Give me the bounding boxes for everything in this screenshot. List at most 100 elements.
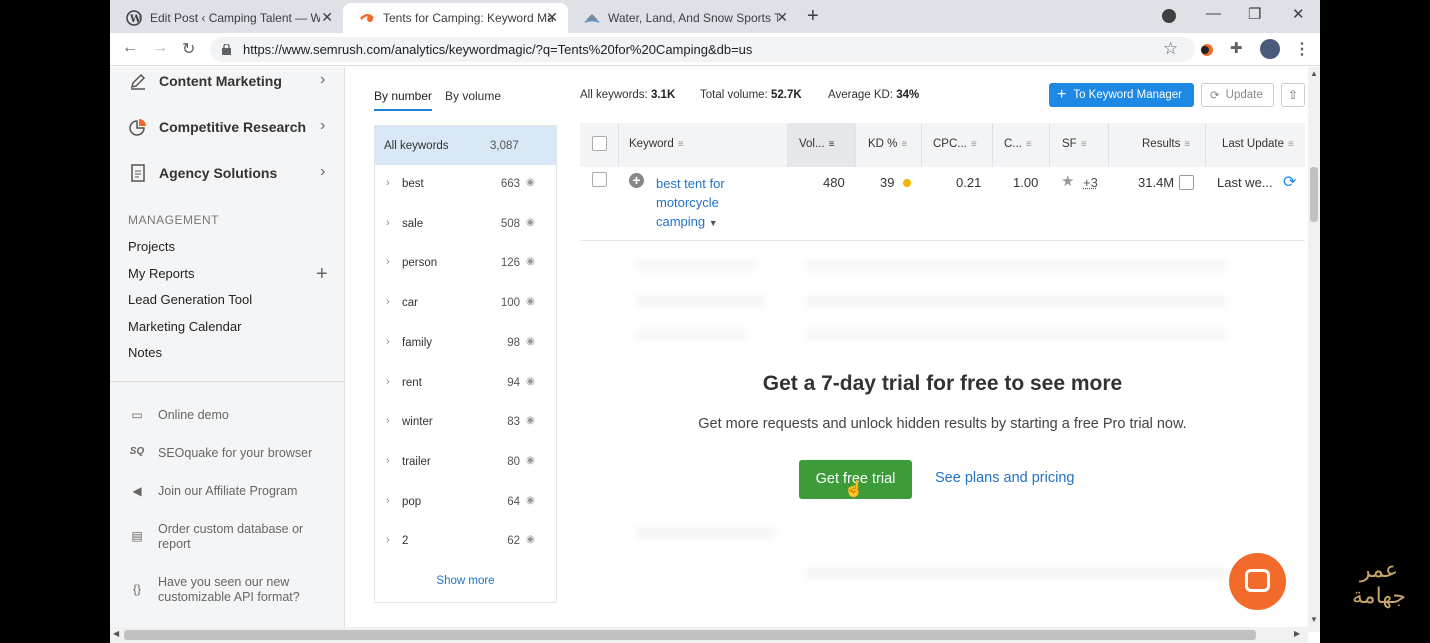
chevron-right-icon[interactable]: › <box>386 495 390 507</box>
tab-edit-post[interactable]: W Edit Post ‹ Camping Talent — Wo ✕ <box>110 3 343 33</box>
update-button[interactable]: ⟳ Update <box>1201 83 1274 107</box>
tab-water-sports[interactable]: Water, Land, And Snow Sports Ti ✕ <box>568 3 798 33</box>
chevron-right-icon[interactable]: › <box>386 177 390 189</box>
sidebar-link-online-demo[interactable]: Online demo <box>158 408 328 423</box>
horizontal-scrollbar[interactable]: ◀ ▶ <box>110 627 1308 643</box>
group-label: 2 <box>402 535 409 548</box>
eye-icon[interactable]: ◉ <box>526 455 535 466</box>
scroll-left-icon[interactable]: ◀ <box>113 629 119 638</box>
eye-icon[interactable]: ◉ <box>526 217 535 228</box>
chevron-right-icon[interactable]: › <box>386 256 390 268</box>
tab-by-number[interactable]: By number <box>374 89 433 111</box>
sidebar-item-agency-solutions[interactable]: Agency Solutions <box>128 163 277 183</box>
add-keyword-icon[interactable]: + <box>629 173 644 188</box>
th-last-update[interactable]: Last Update ≡ <box>1222 138 1294 150</box>
group-row[interactable]: › 2 62 ◉ <box>375 522 556 562</box>
th-results[interactable]: Results ≡ <box>1142 138 1190 150</box>
scroll-right-icon[interactable]: ▶ <box>1294 629 1300 638</box>
forward-icon[interactable]: → <box>152 39 168 57</box>
serp-icon[interactable] <box>1179 175 1194 190</box>
group-row[interactable]: › car 100 ◉ <box>375 284 556 324</box>
sidebar-item-projects[interactable]: Projects <box>128 239 175 254</box>
group-row[interactable]: › winter 83 ◉ <box>375 403 556 443</box>
watermark-line: عمر <box>1360 558 1398 583</box>
group-row[interactable]: › family 98 ◉ <box>375 324 556 364</box>
eye-icon[interactable]: ◉ <box>526 177 535 188</box>
close-icon[interactable]: ✕ <box>321 9 333 26</box>
th-kd[interactable]: KD % ≡ <box>868 138 907 150</box>
scrollbar-thumb[interactable] <box>1310 167 1318 222</box>
back-icon[interactable]: ← <box>122 39 138 57</box>
avatar[interactable] <box>1260 39 1280 59</box>
sidebar-item-lead-generation[interactable]: Lead Generation Tool <box>128 292 252 307</box>
sidebar-link-seoquake[interactable]: SEOquake for your browser <box>158 446 328 461</box>
eye-icon[interactable]: ◉ <box>526 376 535 387</box>
eye-icon[interactable]: ◉ <box>526 336 535 347</box>
tab-by-volume[interactable]: By volume <box>445 89 501 103</box>
restore-button[interactable]: ❐ <box>1248 5 1261 23</box>
th-competition[interactable]: C... ≡ <box>1004 138 1032 150</box>
eye-icon[interactable]: ◉ <box>526 415 535 426</box>
eye-icon[interactable]: ◉ <box>526 256 535 267</box>
bookmark-star-icon[interactable]: ☆ <box>1163 39 1178 59</box>
close-icon[interactable]: ✕ <box>546 9 558 26</box>
puzzle-icon[interactable]: ✚ <box>1230 39 1243 57</box>
group-row[interactable]: › best 663 ◉ <box>375 165 556 205</box>
url-input[interactable]: https://www.semrush.com/analytics/keywor… <box>210 37 1195 62</box>
sidebar-link-affiliate[interactable]: Join our Affiliate Program <box>158 484 328 499</box>
chat-button[interactable] <box>1229 553 1286 610</box>
sidebar-item-competitive-research[interactable]: Competitive Research <box>128 117 306 137</box>
sidebar-item-notes[interactable]: Notes <box>128 345 162 360</box>
chevron-right-icon[interactable]: › <box>386 534 390 546</box>
close-window-button[interactable]: ✕ <box>1292 5 1305 23</box>
eye-icon[interactable]: ◉ <box>526 495 535 506</box>
export-button[interactable]: ⇧ <box>1281 83 1305 107</box>
eye-icon[interactable]: ◉ <box>526 534 535 545</box>
row-checkbox[interactable] <box>592 172 607 187</box>
scroll-up-icon[interactable]: ▲ <box>1310 69 1318 78</box>
button-label: To Keyword Manager <box>1073 89 1183 101</box>
chevron-right-icon[interactable]: › <box>386 336 390 348</box>
chevron-right-icon[interactable]: › <box>386 415 390 427</box>
keyword-link[interactable]: best tent for motorcycle camping ▼ <box>656 174 756 233</box>
account-menu-icon[interactable] <box>1162 9 1176 23</box>
chevron-down-icon[interactable]: ▼ <box>709 218 718 228</box>
refresh-icon[interactable]: ⟳ <box>1283 172 1296 192</box>
new-tab-button[interactable]: + <box>807 5 819 28</box>
tab-keyword-magic[interactable]: Tents for Camping: Keyword Mag ✕ <box>343 3 568 33</box>
chevron-right-icon[interactable]: › <box>386 376 390 388</box>
th-keyword[interactable]: Keyword ≡ <box>629 138 684 150</box>
eye-icon[interactable]: ◉ <box>526 296 535 307</box>
add-report-icon[interactable]: + <box>316 263 328 286</box>
to-keyword-manager-button[interactable]: + To Keyword Manager <box>1049 83 1194 107</box>
show-more-link[interactable]: Show more <box>375 575 556 587</box>
group-row[interactable]: › pop 64 ◉ <box>375 483 556 523</box>
sidebar-link-api-format[interactable]: Have you seen our new customizable API f… <box>158 575 328 605</box>
sidebar-item-my-reports[interactable]: My Reports <box>128 266 194 281</box>
th-cpc[interactable]: CPC... ≡ <box>933 138 977 150</box>
group-row[interactable]: › sale 508 ◉ <box>375 205 556 245</box>
plans-pricing-link[interactable]: See plans and pricing <box>935 470 1074 486</box>
group-row-all-keywords[interactable]: All keywords 3,087 <box>375 126 556 165</box>
sidebar-link-custom-database[interactable]: Order custom database or report <box>158 522 328 552</box>
th-sf[interactable]: SF ≡ <box>1062 138 1087 150</box>
sidebar-item-marketing-calendar[interactable]: Marketing Calendar <box>128 319 241 334</box>
sidebar-item-content-marketing[interactable]: Content Marketing <box>128 71 282 91</box>
reload-icon[interactable]: ↻ <box>182 39 195 59</box>
extension-icon[interactable] <box>1200 43 1214 57</box>
group-row[interactable]: › person 126 ◉ <box>375 244 556 284</box>
scrollbar-thumb[interactable] <box>124 630 1256 640</box>
chevron-right-icon[interactable]: › <box>386 296 390 308</box>
scroll-down-icon[interactable]: ▼ <box>1310 615 1318 624</box>
menu-dots-icon[interactable]: ⋮ <box>1294 39 1310 59</box>
close-icon[interactable]: ✕ <box>776 9 788 26</box>
select-all-checkbox[interactable] <box>592 136 607 151</box>
cell-sf-extra[interactable]: +3 <box>1083 175 1098 190</box>
vertical-scrollbar[interactable]: ▲ ▼ <box>1308 67 1320 632</box>
minimize-button[interactable]: — <box>1206 5 1221 22</box>
chevron-right-icon[interactable]: › <box>386 217 390 229</box>
chevron-right-icon[interactable]: › <box>386 455 390 467</box>
group-row[interactable]: › trailer 80 ◉ <box>375 443 556 483</box>
group-row[interactable]: › rent 94 ◉ <box>375 364 556 404</box>
th-volume[interactable]: Vol... ≡ <box>799 138 834 150</box>
